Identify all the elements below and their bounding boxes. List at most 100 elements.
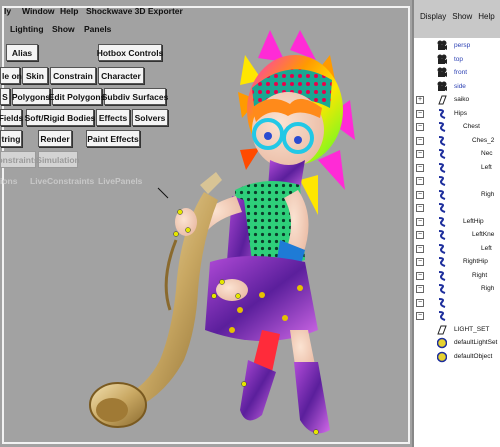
collapse-icon[interactable]: − [416, 204, 424, 212]
outliner-row-label: Left [481, 163, 492, 171]
outliner-row[interactable]: − [414, 310, 500, 323]
outliner-row[interactable]: side [414, 81, 500, 94]
hotbox-menu-effects[interactable]: Effects [96, 109, 130, 126]
outliner-row[interactable]: defaultObject [414, 351, 500, 364]
collapse-icon[interactable]: − [416, 258, 424, 266]
outliner-row-label: defaultObject [454, 352, 493, 360]
outliner-row-label: LIGHT_SET [454, 325, 490, 333]
hotbox-menu-render[interactable]: Render [38, 130, 72, 147]
collapse-icon[interactable]: − [416, 298, 424, 307]
outliner-row[interactable]: − Righ [414, 283, 500, 296]
outliner-row-label: LeftHip [463, 217, 484, 225]
hotbox-menu-help[interactable]: Help [60, 7, 78, 16]
hotbox-menu-panels[interactable]: Panels [84, 25, 111, 34]
outliner-row[interactable]: − Left [414, 243, 500, 256]
joint-icon [437, 243, 447, 255]
light-set-icon [436, 351, 448, 363]
hotbox-menu-lighting[interactable]: Lighting [10, 25, 44, 34]
outliner-row[interactable]: top [414, 54, 500, 67]
outliner-menu-help[interactable]: Help [478, 12, 494, 21]
set-icon [437, 324, 447, 336]
hotbox-menu-0[interactable]: ly [4, 7, 11, 16]
collapse-icon[interactable]: − [416, 190, 424, 199]
outliner-row[interactable]: front [414, 67, 500, 80]
alias-button[interactable]: Alias [6, 44, 38, 61]
hotbox-menu-tring[interactable]: tring [0, 130, 22, 147]
outliner-row[interactable]: persp [414, 40, 500, 53]
outliner-row[interactable]: − Left [414, 162, 500, 175]
joint-icon [437, 229, 447, 241]
camera-icon [437, 54, 447, 66]
hotbox-menu-show[interactable]: Show [52, 25, 75, 34]
collapse-icon[interactable]: − [416, 109, 424, 118]
outliner-row-label: Ches_2 [472, 136, 495, 144]
outliner-menu-show[interactable]: Show [452, 12, 472, 21]
hotbox-menu-polygons[interactable]: Polygons [12, 88, 50, 105]
outliner-list[interactable]: persp top front side + saiko − Hips − Chest − Ches_… [414, 38, 500, 447]
collapse-icon[interactable]: − [416, 123, 424, 131]
hotbox-menu-soft-rigid-bodies[interactable]: Soft/Rigid Bodies [25, 109, 95, 126]
hotbox-menu-window[interactable]: Window [22, 7, 55, 16]
joint-icon [437, 256, 447, 268]
outliner-row-label: LeftKne [472, 231, 495, 238]
collapse-icon[interactable]: − [416, 285, 424, 293]
collapse-icon[interactable]: − [416, 136, 424, 145]
outliner-row[interactable]: − Righ [414, 189, 500, 202]
hotbox-menu-character[interactable]: Character [98, 67, 144, 84]
outliner-row[interactable]: defaultLightSet [414, 337, 500, 350]
hotbox-controls-button[interactable]: Hotbox Controls [97, 44, 163, 61]
outliner-menubar: Display Show Help [414, 0, 500, 24]
hotbox-menu-simulation[interactable]: Simulation [36, 151, 80, 168]
outliner-row[interactable]: − Right [414, 270, 500, 283]
collapse-icon[interactable]: − [416, 244, 424, 253]
joint-icon [437, 270, 447, 282]
collapse-icon[interactable]: − [416, 231, 424, 239]
collapse-icon[interactable]: − [416, 163, 424, 172]
joint-icon [437, 310, 447, 322]
perspective-viewport[interactable]: ly Window Help Shockwave 3D Exporter Lig… [0, 0, 412, 447]
outliner-row[interactable]: − [414, 202, 500, 215]
outliner-row[interactable]: + saiko [414, 94, 500, 107]
outliner-row[interactable]: − [414, 297, 500, 310]
outliner-row[interactable]: − RightHip [414, 256, 500, 269]
joint-icon [437, 189, 447, 201]
outliner-row[interactable]: LIGHT_SET [414, 324, 500, 337]
hotbox-menu-paint-effects[interactable]: Paint Effects [86, 130, 140, 147]
hotbox-menu-edit-polygons[interactable]: Edit Polygons [49, 88, 105, 105]
joint-icon [437, 216, 447, 228]
joint-icon [437, 121, 447, 133]
outliner-row[interactable]: − Nec [414, 148, 500, 161]
outliner-row[interactable]: − Ches_2 [414, 135, 500, 148]
hotbox-menu-solvers[interactable]: Solvers [132, 109, 168, 126]
hotbox-menu-s[interactable]: S [0, 88, 10, 105]
outliner-panel: Display Show Help persp top front side + saik… [412, 0, 500, 447]
outliner-row-label: Left [481, 244, 492, 252]
hotbox-menu-shockwave[interactable]: Shockwave 3D Exporter [86, 7, 183, 16]
hotbox-menu-fields[interactable]: Fields [0, 109, 23, 126]
hotbox-menu-skin[interactable]: Skin [22, 67, 48, 84]
outliner-row-label: top [454, 55, 464, 63]
hotbox-menu-livepanels[interactable]: LivePanels [98, 176, 142, 186]
outliner-row-label: Nec [481, 150, 493, 157]
outliner-row[interactable]: − LeftKne [414, 229, 500, 242]
outliner-row-label: Righ [481, 285, 495, 292]
outliner-row-label: saiko [454, 96, 470, 103]
collapse-icon[interactable]: − [416, 271, 424, 280]
outliner-row[interactable]: − Hips [414, 108, 500, 121]
collapse-icon[interactable]: − [416, 312, 424, 320]
hotbox-menu-constrain[interactable]: Constrain [50, 67, 96, 84]
collapse-icon[interactable]: − [416, 177, 424, 185]
outliner-row[interactable]: − Chest [414, 121, 500, 134]
outliner-row[interactable]: − LeftHip [414, 216, 500, 229]
hotbox-menu-liveconstraints[interactable]: LiveConstraints [30, 176, 94, 186]
outliner-menu-display[interactable]: Display [420, 12, 446, 21]
hotbox-menu-ions[interactable]: ions [0, 176, 17, 186]
hotbox-menu-subdiv-surfaces[interactable]: Subdiv Surfaces [102, 88, 168, 105]
collapse-icon[interactable]: − [416, 150, 424, 158]
collapse-icon[interactable]: − [416, 217, 424, 226]
hotbox-menu-constraints[interactable]: onstraints [0, 151, 39, 168]
joint-icon [437, 175, 447, 187]
expand-icon[interactable]: + [416, 96, 424, 104]
hotbox-menu-le-on[interactable]: le on [0, 67, 22, 84]
outliner-row[interactable]: − [414, 175, 500, 188]
